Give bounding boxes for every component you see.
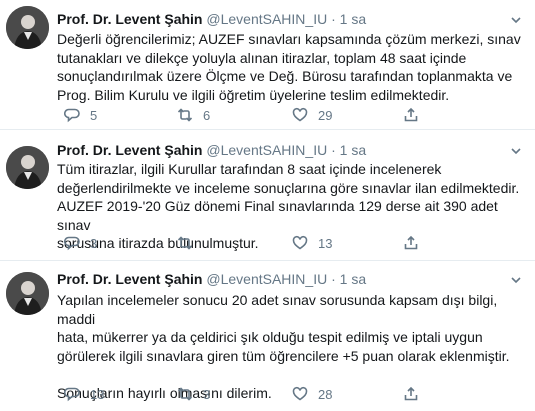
tweet-actions: 13 3 28 [57, 386, 527, 404]
author-name[interactable]: Prof. Dr. Levent Şahin [57, 11, 202, 27]
heart-icon [292, 235, 308, 250]
chevron-down-icon[interactable] [509, 13, 523, 27]
share-icon [404, 235, 418, 250]
separator: · [331, 11, 336, 27]
avatar[interactable] [6, 272, 49, 315]
share-button[interactable] [403, 386, 419, 402]
retweet-icon [177, 108, 193, 122]
heart-icon [292, 107, 308, 122]
heart-icon [292, 386, 308, 401]
tweet-time[interactable]: 1 sa [340, 11, 366, 27]
reply-button[interactable]: 3 [64, 235, 97, 251]
tweet-text: Değerli öğrencilerimiz; AUZEF sınavları … [57, 31, 521, 103]
retweet-count: 3 [203, 386, 211, 402]
chevron-down-icon[interactable] [509, 144, 523, 158]
author-handle[interactable]: @LeventSAHIN_IU [206, 271, 327, 287]
like-count: 28 [318, 386, 333, 402]
share-icon [404, 386, 418, 401]
tweet[interactable]: Prof. Dr. Levent Şahin @LeventSAHIN_IU ·… [0, 130, 535, 261]
tweet[interactable]: Prof. Dr. Levent Şahin @LeventSAHIN_IU ·… [0, 0, 535, 130]
like-count: 13 [318, 235, 333, 251]
retweet-icon [177, 236, 193, 250]
chevron-down-icon[interactable] [509, 273, 523, 287]
separator: · [331, 142, 336, 158]
tweet[interactable]: Prof. Dr. Levent Şahin @LeventSAHIN_IU ·… [0, 261, 535, 411]
reply-icon [64, 387, 80, 402]
reply-button[interactable]: 5 [64, 107, 97, 123]
reply-count: 5 [90, 107, 98, 123]
tweet-header: Prof. Dr. Levent Şahin @LeventSAHIN_IU ·… [57, 142, 366, 159]
tweet-actions: 3 13 [57, 235, 527, 253]
reply-count: 3 [90, 235, 98, 251]
reply-icon [64, 108, 80, 123]
retweet-count: 6 [203, 107, 211, 123]
author-name[interactable]: Prof. Dr. Levent Şahin [57, 271, 202, 287]
reply-icon [64, 236, 80, 251]
reply-count: 13 [90, 386, 105, 402]
tweet-time[interactable]: 1 sa [340, 271, 366, 287]
author-name[interactable]: Prof. Dr. Levent Şahin [57, 142, 202, 158]
retweet-button[interactable] [177, 235, 203, 251]
tweet-actions: 5 6 29 [57, 107, 527, 125]
timeline: Prof. Dr. Levent Şahin @LeventSAHIN_IU ·… [0, 0, 535, 411]
avatar[interactable] [6, 6, 49, 49]
retweet-icon [177, 387, 193, 401]
like-button[interactable]: 29 [292, 107, 332, 123]
retweet-button[interactable]: 6 [177, 107, 210, 123]
like-button[interactable]: 28 [292, 386, 332, 402]
separator: · [331, 271, 336, 287]
reply-button[interactable]: 13 [64, 386, 104, 402]
tweet-header: Prof. Dr. Levent Şahin @LeventSAHIN_IU ·… [57, 11, 366, 28]
retweet-button[interactable]: 3 [177, 386, 210, 402]
author-handle[interactable]: @LeventSAHIN_IU [206, 142, 327, 158]
tweet-header: Prof. Dr. Levent Şahin @LeventSAHIN_IU ·… [57, 271, 366, 288]
like-count: 29 [318, 107, 333, 123]
like-button[interactable]: 13 [292, 235, 332, 251]
share-icon [404, 107, 418, 122]
author-handle[interactable]: @LeventSAHIN_IU [206, 11, 327, 27]
avatar[interactable] [6, 146, 49, 189]
share-button[interactable] [403, 235, 419, 251]
share-button[interactable] [403, 107, 419, 123]
tweet-time[interactable]: 1 sa [340, 142, 366, 158]
